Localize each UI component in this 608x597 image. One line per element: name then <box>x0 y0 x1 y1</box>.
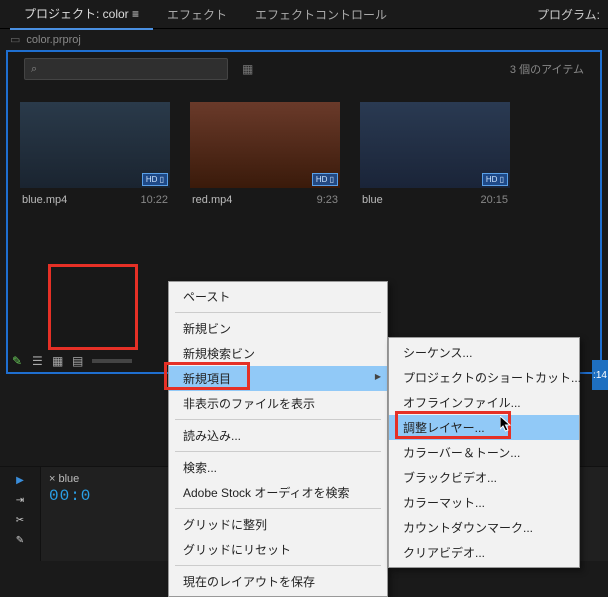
menu-project-shortcut[interactable]: プロジェクトのショートカット... <box>389 365 579 390</box>
thumbnail-grid: HD ▯ blue.mp4 10:22 HD ▯ red.mp4 9:23 HD… <box>8 86 600 218</box>
context-menu-sub: シーケンス... プロジェクトのショートカット... オフラインファイル... … <box>388 337 580 568</box>
menu-offline-file[interactable]: オフラインファイル... <box>389 390 579 415</box>
clip-badge-icon: HD ▯ <box>482 173 508 186</box>
panel-tabs: プロジェクト: color ≡ エフェクト エフェクトコントロール <box>0 0 608 29</box>
clip-item[interactable]: HD ▯ red.mp4 9:23 <box>190 102 340 212</box>
menu-separator <box>175 312 381 313</box>
menu-adjustment-layer[interactable]: 調整レイヤー... <box>389 415 579 440</box>
clip-duration: 10:22 <box>140 194 168 206</box>
clip-duration: 20:15 <box>480 194 508 206</box>
clip-name: blue <box>362 194 383 206</box>
menu-new-bin[interactable]: 新規ビン <box>169 316 387 341</box>
menu-sequence[interactable]: シーケンス... <box>389 340 579 365</box>
clip-item[interactable]: HD ▯ blue 20:15 <box>360 102 510 212</box>
item-count: 3 個のアイテム <box>510 61 584 77</box>
search-input[interactable] <box>37 62 221 76</box>
selection-tool-icon[interactable]: ▶ <box>13 473 27 487</box>
clip-item[interactable]: HD ▯ blue.mp4 10:22 <box>20 102 170 212</box>
ripple-tool-icon[interactable]: ✂ <box>13 513 27 527</box>
menu-new-search-bin[interactable]: 新規検索ビン <box>169 341 387 366</box>
menu-show-hidden[interactable]: 非表示のファイルを表示 <box>169 391 387 416</box>
menu-reset-grid[interactable]: グリッドにリセット <box>169 537 387 562</box>
menu-countdown[interactable]: カウントダウンマーク... <box>389 515 579 540</box>
pencil-icon[interactable]: ✎ <box>12 354 26 368</box>
search-input-wrapper[interactable]: ⌕ <box>24 58 228 80</box>
bin-icon: ▭ <box>10 33 20 46</box>
clip-duration: 9:23 <box>317 194 338 206</box>
menu-separator <box>175 508 381 509</box>
menu-color-bars[interactable]: カラーバー＆トーン... <box>389 440 579 465</box>
list-view-icon[interactable]: ☰ <box>32 354 46 368</box>
icon-view-icon[interactable]: ▦ <box>52 354 66 368</box>
menu-new-item[interactable]: 新規項目 <box>169 366 387 391</box>
zoom-slider[interactable] <box>92 359 132 363</box>
menu-separator <box>175 419 381 420</box>
menu-adobe-stock[interactable]: Adobe Stock オーディオを検索 <box>169 480 387 505</box>
context-menu-main: ペースト 新規ビン 新規検索ビン 新規項目 非表示のファイルを表示 読み込み..… <box>168 281 388 597</box>
tab-project[interactable]: プロジェクト: color ≡ <box>10 0 153 30</box>
track-tool-icon[interactable]: ⇥ <box>13 493 27 507</box>
search-row: ⌕ ▦ 3 個のアイテム <box>14 52 594 86</box>
project-breadcrumb: ▭ color.prproj <box>0 29 608 50</box>
pen-tool-icon[interactable]: ✎ <box>13 533 27 547</box>
timeline-tools: ▶ ⇥ ✂ ✎ <box>0 467 41 561</box>
side-marker: :14 <box>592 360 608 390</box>
clip-badge-icon: HD ▯ <box>142 173 168 186</box>
clip-name: blue.mp4 <box>22 194 67 206</box>
menu-align-grid[interactable]: グリッドに整列 <box>169 512 387 537</box>
menu-separator <box>175 565 381 566</box>
menu-clear-video[interactable]: クリアビデオ... <box>389 540 579 565</box>
clip-badge-icon: HD ▯ <box>312 173 338 186</box>
filter-icon[interactable]: ▦ <box>242 62 253 76</box>
menu-import[interactable]: 読み込み... <box>169 423 387 448</box>
menu-black-video[interactable]: ブラックビデオ... <box>389 465 579 490</box>
program-panel-label: プログラム: <box>537 6 600 23</box>
tab-effect-control[interactable]: エフェクトコントロール <box>241 0 401 29</box>
highlight-rect-empty <box>48 264 138 350</box>
menu-search[interactable]: 検索... <box>169 455 387 480</box>
panel-toolbar: ✎ ☰ ▦ ▤ <box>12 354 132 368</box>
freeform-view-icon[interactable]: ▤ <box>72 354 86 368</box>
menu-save-layout[interactable]: 現在のレイアウトを保存 <box>169 569 387 594</box>
tab-effect[interactable]: エフェクト <box>153 0 241 29</box>
menu-color-mat[interactable]: カラーマット... <box>389 490 579 515</box>
clip-name: red.mp4 <box>192 194 232 206</box>
project-filename: color.prproj <box>26 34 80 46</box>
menu-separator <box>175 451 381 452</box>
menu-paste[interactable]: ペースト <box>169 284 387 309</box>
